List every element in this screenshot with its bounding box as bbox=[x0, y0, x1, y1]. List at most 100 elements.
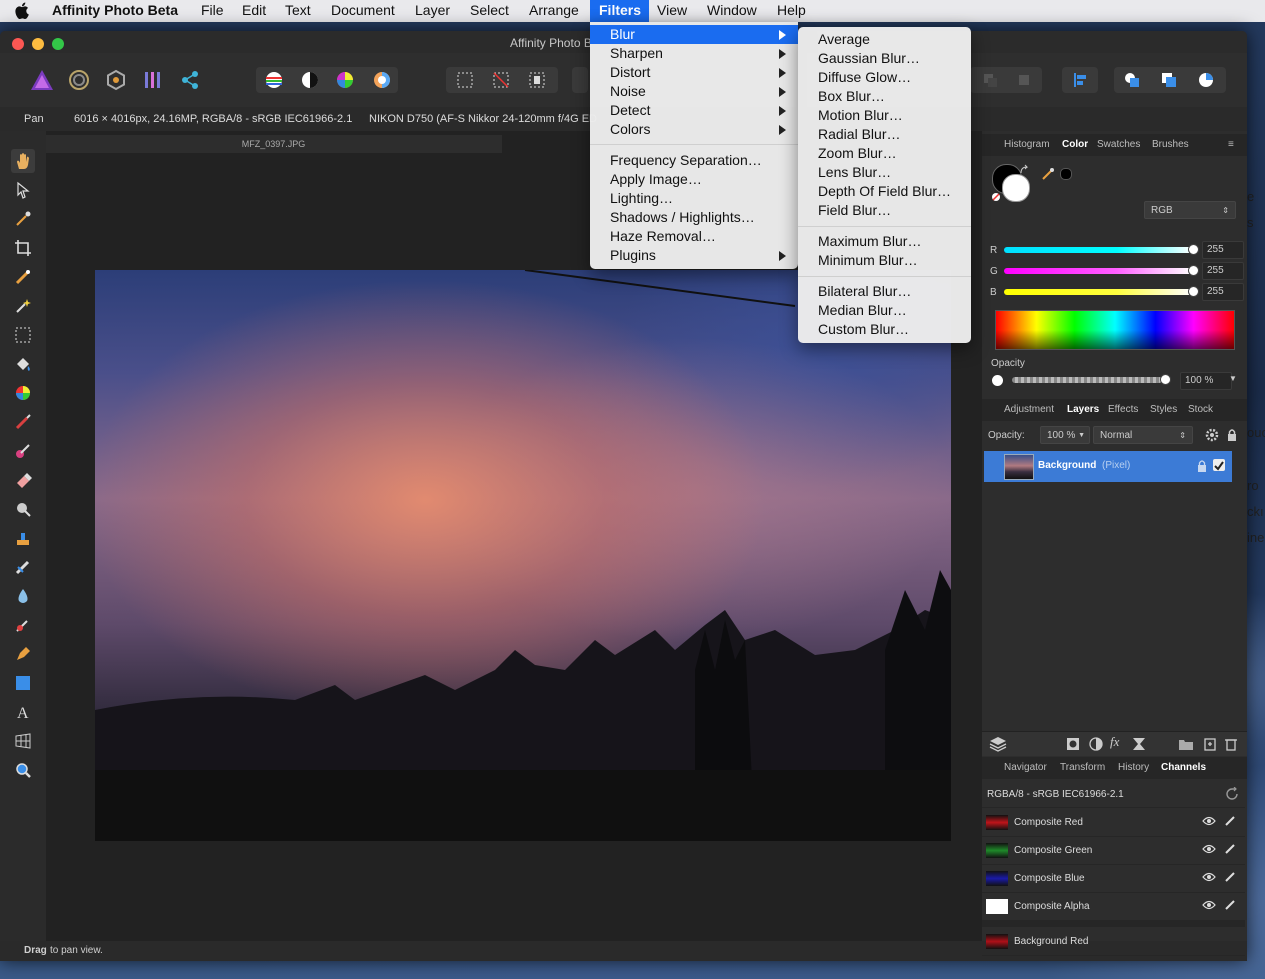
color-replacement-tool-icon[interactable] bbox=[11, 439, 35, 463]
menu-app-name[interactable]: Affinity Photo Beta bbox=[43, 0, 187, 22]
align-icon[interactable] bbox=[1066, 67, 1094, 93]
menu-item-detect[interactable]: Detect bbox=[590, 101, 798, 120]
layer-fx-icon[interactable]: fx bbox=[1110, 734, 1119, 750]
eyedropper-icon[interactable] bbox=[1040, 166, 1056, 182]
channel-row[interactable]: Composite Alpha bbox=[982, 893, 1245, 921]
rectangle-tool-icon[interactable] bbox=[11, 671, 35, 695]
edit-pencil-icon[interactable] bbox=[1224, 899, 1236, 911]
photo-persona-icon[interactable] bbox=[28, 67, 56, 93]
levels-icon[interactable] bbox=[260, 67, 288, 93]
tab-effects[interactable]: Effects bbox=[1108, 404, 1138, 415]
menu-item-colors[interactable]: Colors bbox=[590, 120, 798, 139]
white-balance-icon[interactable] bbox=[368, 67, 396, 93]
menu-item-plugins[interactable]: Plugins bbox=[590, 246, 798, 265]
intersect-shape-icon[interactable] bbox=[1192, 67, 1220, 93]
tab-adjustment[interactable]: Adjustment bbox=[1004, 404, 1054, 415]
zoom-tool-icon[interactable] bbox=[11, 758, 35, 782]
add-pixel-layer-icon[interactable] bbox=[1203, 737, 1217, 751]
red-slider[interactable] bbox=[1004, 247, 1192, 253]
menu-view[interactable]: View bbox=[648, 0, 696, 22]
liquify-persona-icon[interactable] bbox=[65, 67, 93, 93]
menu-layer[interactable]: Layer bbox=[406, 0, 459, 22]
dodge-tool-icon[interactable] bbox=[11, 497, 35, 521]
menu-arrange[interactable]: Arrange bbox=[520, 0, 588, 22]
move-back-icon[interactable] bbox=[976, 67, 1004, 93]
menu-item-box-blur[interactable]: Box Blur… bbox=[798, 87, 885, 106]
channel-row[interactable]: Composite Green bbox=[982, 837, 1245, 865]
menu-text[interactable]: Text bbox=[276, 0, 320, 22]
menu-edit[interactable]: Edit bbox=[233, 0, 275, 22]
tab-layers[interactable]: Layers bbox=[1067, 404, 1099, 415]
text-tool-icon[interactable]: A bbox=[11, 700, 35, 724]
menu-filters[interactable]: Filters bbox=[590, 0, 649, 22]
menu-item-diffuse-glow[interactable]: Diffuse Glow… bbox=[798, 68, 911, 87]
move-tool-icon[interactable] bbox=[11, 178, 35, 202]
channel-row[interactable]: Background Green bbox=[982, 956, 1245, 961]
menu-item-custom-blur[interactable]: Custom Blur… bbox=[798, 320, 909, 339]
layer-opacity-dropdown[interactable]: 100 % ▼ bbox=[1040, 426, 1090, 444]
layer-lock-icon[interactable] bbox=[1197, 459, 1207, 473]
pen-tool-icon[interactable] bbox=[11, 642, 35, 666]
menu-item-frequency-separation[interactable]: Frequency Separation… bbox=[590, 151, 762, 170]
blue-slider-knob[interactable] bbox=[1188, 286, 1199, 297]
color-model-dropdown[interactable]: RGB ⇕ bbox=[1144, 201, 1236, 219]
channel-row[interactable]: Composite Blue bbox=[982, 865, 1245, 893]
menu-item-radial-blur[interactable]: Radial Blur… bbox=[798, 125, 900, 144]
menu-help[interactable]: Help bbox=[768, 0, 815, 22]
color-spectrum[interactable] bbox=[995, 310, 1235, 350]
opacity-value-field[interactable]: 100 % bbox=[1180, 372, 1232, 390]
menu-item-average[interactable]: Average bbox=[798, 30, 870, 49]
apple-icon[interactable] bbox=[15, 2, 31, 19]
menu-item-bilateral-blur[interactable]: Bilateral Blur… bbox=[798, 282, 911, 301]
develop-persona-icon[interactable] bbox=[102, 67, 130, 93]
red-eye-tool-icon[interactable] bbox=[11, 613, 35, 637]
tab-histogram[interactable]: Histogram bbox=[1004, 139, 1050, 150]
subtract-shape-icon[interactable] bbox=[1155, 67, 1183, 93]
menu-item-median-blur[interactable]: Median Blur… bbox=[798, 301, 907, 320]
marquee-tool-icon[interactable] bbox=[11, 323, 35, 347]
hand-tool-icon[interactable] bbox=[11, 149, 35, 173]
selection-brush-tool-icon[interactable] bbox=[11, 265, 35, 289]
menu-item-lens-blur[interactable]: Lens Blur… bbox=[798, 163, 891, 182]
gradient-tool-icon[interactable] bbox=[11, 381, 35, 405]
tab-history[interactable]: History bbox=[1118, 762, 1149, 773]
menu-item-haze-removal[interactable]: Haze Removal… bbox=[590, 227, 716, 246]
edit-pencil-icon[interactable] bbox=[1224, 871, 1236, 883]
chevron-down-icon[interactable]: ▼ bbox=[1229, 374, 1237, 383]
live-filter-icon[interactable] bbox=[1132, 737, 1146, 751]
black-white-icon[interactable] bbox=[296, 67, 324, 93]
close-window-button[interactable] bbox=[12, 38, 24, 50]
opacity-slider-knob[interactable] bbox=[1160, 374, 1171, 385]
select-all-icon[interactable] bbox=[451, 67, 479, 93]
blue-value-field[interactable]: 255 bbox=[1202, 283, 1244, 301]
tab-color[interactable]: Color bbox=[1062, 139, 1088, 150]
paint-brush-tool-icon[interactable] bbox=[11, 410, 35, 434]
flood-fill-tool-icon[interactable] bbox=[11, 352, 35, 376]
hsl-icon[interactable] bbox=[331, 67, 359, 93]
flood-select-tool-icon[interactable] bbox=[11, 294, 35, 318]
menu-item-shadows-highlights[interactable]: Shadows / Highlights… bbox=[590, 208, 755, 227]
folder-icon[interactable] bbox=[1178, 737, 1194, 751]
refresh-icon[interactable] bbox=[1225, 787, 1239, 801]
tab-stock[interactable]: Stock bbox=[1188, 404, 1213, 415]
edit-pencil-icon[interactable] bbox=[1224, 843, 1236, 855]
secondary-color-well[interactable] bbox=[1002, 174, 1030, 202]
invert-selection-icon[interactable] bbox=[523, 67, 551, 93]
eye-icon[interactable] bbox=[1202, 871, 1216, 883]
menu-document[interactable]: Document bbox=[322, 0, 404, 22]
menu-item-gaussian-blur[interactable]: Gaussian Blur… bbox=[798, 49, 920, 68]
edit-pencil-icon[interactable] bbox=[1224, 815, 1236, 827]
minimize-window-button[interactable] bbox=[32, 38, 44, 50]
zoom-window-button[interactable] bbox=[52, 38, 64, 50]
menu-window[interactable]: Window bbox=[698, 0, 766, 22]
green-slider[interactable] bbox=[1004, 268, 1192, 274]
red-value-field[interactable]: 255 bbox=[1202, 241, 1244, 259]
crop-tool-icon[interactable] bbox=[11, 236, 35, 260]
blue-slider[interactable] bbox=[1004, 289, 1192, 295]
menu-item-field-blur[interactable]: Field Blur… bbox=[798, 201, 891, 220]
lock-icon[interactable] bbox=[1226, 428, 1238, 442]
tone-mapping-persona-icon[interactable] bbox=[139, 67, 167, 93]
green-slider-knob[interactable] bbox=[1188, 265, 1199, 276]
deselect-icon[interactable] bbox=[487, 67, 515, 93]
menu-item-depth-of-field-blur[interactable]: Depth Of Field Blur… bbox=[798, 182, 951, 201]
